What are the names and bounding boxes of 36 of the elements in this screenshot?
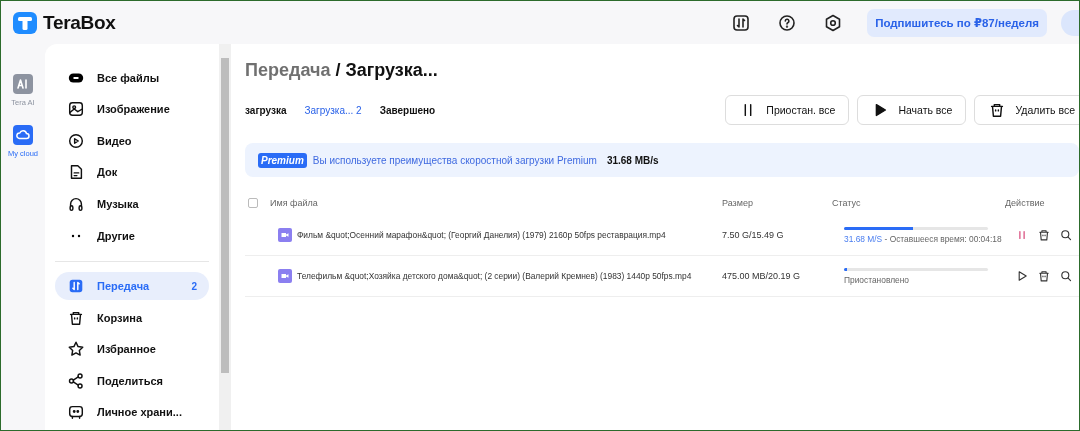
status-text: Приостановлено (844, 274, 909, 285)
action-button[interactable]: Удалить все (974, 95, 1079, 125)
action-button[interactable]: Начать все (857, 95, 967, 125)
column-header: Имя файла (270, 197, 319, 208)
tab[interactable]: Завершено (379, 104, 436, 116)
tab[interactable]: загрузка (245, 104, 287, 116)
status-text: 31.68 M/S - Оставшееся время: 00:04:18 (844, 233, 1002, 244)
sidebar-item[interactable]: Музыка (55, 190, 209, 218)
breadcrumb-link[interactable]: Передача (245, 60, 331, 81)
file-name: Фильм &quot;Осенний марафон&quot; (Георгий Данелия) (1979) 2160p 50fps реставрация.mp4 (297, 230, 666, 240)
breadcrumb-separator: / (335, 60, 341, 81)
item-count: 2 (191, 280, 197, 292)
page-title: Загрузка... (345, 60, 438, 81)
app-name: TeraBox (43, 11, 116, 34)
sidebar-item[interactable]: Док (55, 158, 209, 187)
file-size: 7.50 G/15.49 G (722, 230, 785, 240)
action-button[interactable]: Приостан. все (725, 95, 850, 125)
sidebar-item[interactable]: Все файлы (55, 64, 209, 92)
sidebar-item[interactable]: Корзина (55, 303, 209, 332)
file-name: Телефильм &quot;Хозяйка детского дома&quot; (2 серии) (Валерий Кремнев) (1983) 1440p 50fps.mp4 (297, 271, 692, 281)
sidebar-item[interactable]: Другие (55, 221, 209, 250)
tab[interactable]: Загрузка... 2 (304, 104, 362, 116)
sidebar-item[interactable]: Поделиться (55, 366, 209, 395)
column-header: Действие (1005, 197, 1046, 208)
download-speed: 31.68 MB/s (606, 154, 659, 166)
sidebar-item[interactable]: Видео (55, 127, 209, 155)
subscribe-button[interactable]: Подпишитесь по ₽87/неделя (867, 8, 1047, 37)
column-header: Размер (722, 197, 754, 208)
sidebar-item[interactable]: Передача 2 (55, 272, 209, 300)
sidebar-item[interactable]: Личное храни... (55, 398, 209, 426)
banner-message: Вы используете преимущества скоростной загрузки Premium (312, 154, 597, 166)
file-size: 475.00 MB/20.19 G (722, 271, 802, 281)
column-header: Статус (832, 197, 862, 208)
premium-badge: Premium (258, 152, 307, 168)
sidebar-item[interactable]: Изображение (55, 95, 209, 124)
sidebar-item[interactable]: Избранное (55, 335, 209, 363)
